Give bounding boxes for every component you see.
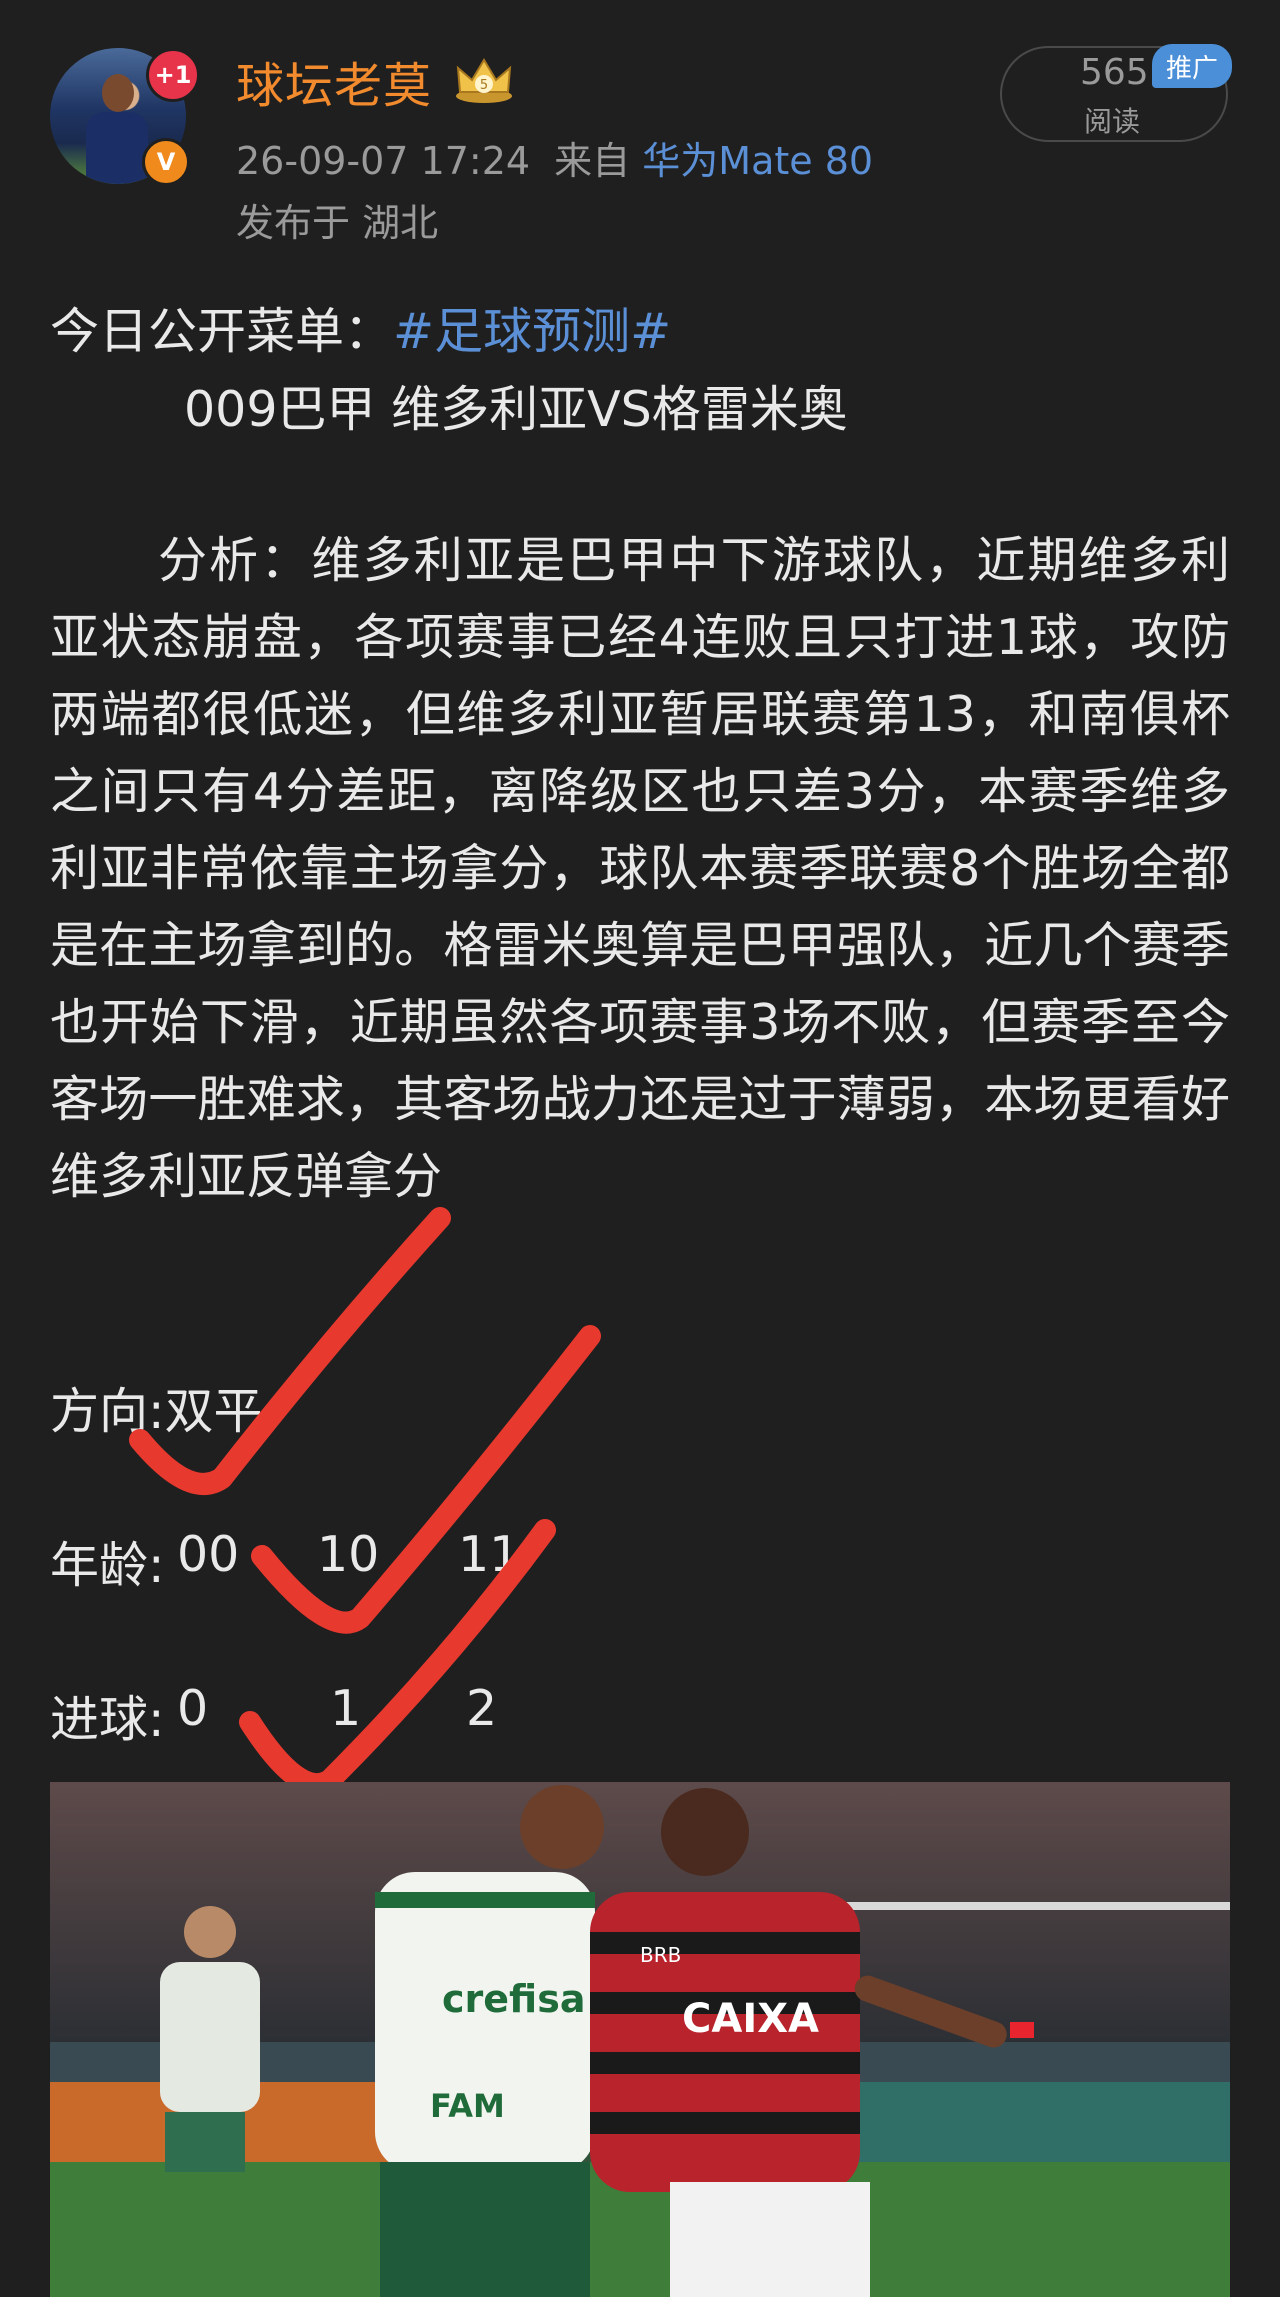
read-count: 565 <box>1080 52 1149 93</box>
post-location: 发布于 湖北 <box>236 201 439 245</box>
post-meta: 26-09-07 17:24 来自 华为Mate 80 <box>236 130 873 185</box>
goals-label: 进球: <box>50 1691 165 1748</box>
jersey-text-brb: BRB <box>640 1943 681 1967</box>
goals-value: 1 <box>330 1680 362 1737</box>
crown-level-icon: 5 <box>456 58 512 103</box>
direction-value: 双平 <box>164 1383 263 1440</box>
age-value: 00 <box>177 1526 240 1583</box>
plus-badge: +1 <box>146 48 200 102</box>
direction-line: 方向:双平 <box>50 1372 263 1443</box>
crown-level: 5 <box>480 78 488 93</box>
jersey-text-fam: FAM <box>430 2087 505 2125</box>
direction-label: 方向: <box>50 1383 165 1440</box>
author-name[interactable]: 球坛老莫 <box>236 46 432 116</box>
match-title: 009巴甲 维多利亚VS格雷米奥 <box>184 381 848 438</box>
check-mark-1 <box>129 1207 451 1495</box>
avatar-shirt <box>86 112 148 184</box>
age-value: 10 <box>317 1526 380 1583</box>
age-line: 年龄: 00 10 11 <box>50 1526 650 1594</box>
promo-tag: 推广 <box>1152 44 1232 88</box>
age-label: 年龄: <box>50 1537 165 1594</box>
post-intro: 今日公开菜单： <box>50 303 394 360</box>
age-value: 11 <box>458 1526 521 1583</box>
jersey-text-crefisa: crefisa <box>442 1977 585 2021</box>
goals-line: 进球: 0 1 2 <box>50 1680 650 1748</box>
football-match-photo[interactable]: crefisa FAM CAIXA BRB <box>50 1782 1230 2297</box>
goals-value: 2 <box>466 1680 498 1737</box>
source-prefix: 来自 <box>554 139 631 183</box>
verified-badge-icon: V <box>142 138 190 186</box>
goals-value: 0 <box>177 1680 209 1737</box>
post-datetime: 26-09-07 17:24 <box>236 139 531 183</box>
read-label: 阅读 <box>1084 105 1141 138</box>
analysis-paragraph: 分析：维多利亚是巴甲中下游球队，近期维多利亚状态崩盘，各项赛事已经4连败且只打进… <box>50 532 1230 1205</box>
post-intro-line: 今日公开菜单：#足球预测# <box>50 292 671 363</box>
jersey-text-caixa: CAIXA <box>682 1996 819 2042</box>
device-link[interactable]: 华为Mate 80 <box>642 139 873 183</box>
avatar-head <box>102 74 134 112</box>
hashtag-link[interactable]: #足球预测# <box>393 303 671 360</box>
